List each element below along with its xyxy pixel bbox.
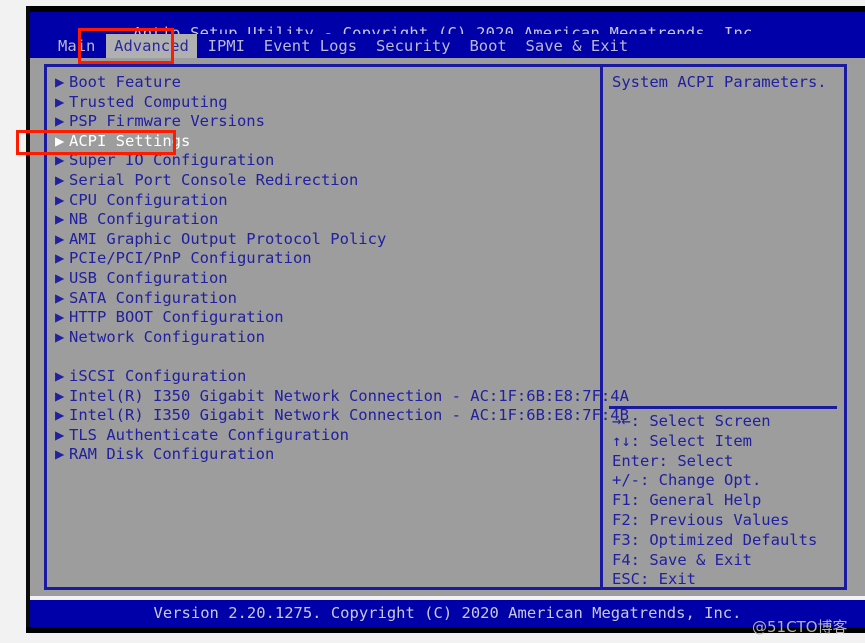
menu-item-boot-feature[interactable]: ▶ Boot Feature: [47, 73, 597, 93]
submenu-arrow-icon: ▶: [55, 210, 65, 229]
menu-item-label: SATA Configuration: [69, 288, 237, 307]
menu-item-label: Boot Feature: [69, 73, 181, 91]
submenu-arrow-icon: ▶: [55, 249, 65, 268]
key-hint-row: F3: Optimized Defaults: [612, 530, 818, 549]
menu-item-label: PCIe/PCI/PnP Configuration: [69, 249, 312, 268]
tab-ipmi[interactable]: IPMI: [208, 34, 245, 58]
menu-item-trusted-computing[interactable]: ▶ Trusted Computing: [47, 93, 597, 113]
main-body: ▶ Boot Feature ▶ Trusted Computing ▶ PSP Firm…: [30, 58, 865, 596]
submenu-arrow-icon: ▶: [55, 445, 65, 464]
menu-item-label: HTTP BOOT Configuration: [69, 308, 284, 327]
menu-item-label: Intel(R) I350 Gigabit Network Connection…: [69, 386, 629, 405]
submenu-arrow-icon: ▶: [55, 229, 65, 248]
submenu-arrow-icon: ▶: [55, 308, 65, 327]
content-panel: ▶ Boot Feature ▶ Trusted Computing ▶ PSP Firm…: [44, 64, 847, 590]
menu-item-label: USB Configuration: [69, 268, 228, 287]
menu-item-label: NB Configuration: [69, 210, 219, 229]
menu-item-super-io-configuration[interactable]: ▶ Super IO Configuration: [47, 151, 597, 171]
menu-item-psp-firmware-versions[interactable]: ▶ PSP Firmware Versions: [47, 112, 597, 132]
submenu-arrow-icon: ▶: [55, 288, 65, 307]
help-separator: [609, 406, 837, 409]
bios-setup-screen: Aptio Setup Utility - Copyright (C) 2020…: [0, 0, 865, 643]
menu-item-ram-disk-configuration[interactable]: ▶ RAM Disk Configuration: [47, 445, 597, 465]
submenu-arrow-icon: ▶: [55, 112, 65, 131]
key-legend: →←: Select Screen ↑↓: Select Item Enter: S…: [612, 412, 844, 590]
menu-tab-bar: Main Advanced IPMI Event Logs Security Boot Sa…: [30, 34, 865, 58]
menu-item-nb-configuration[interactable]: ▶ NB Configuration: [47, 210, 597, 230]
tab-security[interactable]: Security: [376, 34, 451, 58]
submenu-arrow-icon: ▶: [55, 151, 65, 170]
watermark: @51CTO博客: [752, 618, 848, 636]
menu-item-ami-graphic-output-protocol-policy[interactable]: ▶ AMI Graphic Output Protocol Policy: [47, 230, 597, 250]
menu-item-label: PSP Firmware Versions: [69, 112, 265, 131]
screen-bezel-bottom: [26, 627, 865, 633]
submenu-arrow-icon: ▶: [55, 425, 65, 444]
key-hint-row: ↑↓: Select Item: [612, 431, 752, 450]
menu-item-label: Serial Port Console Redirection: [69, 170, 359, 189]
menu-item-tls-authenticate-configuration[interactable]: ▶ TLS Authenticate Configuration: [47, 426, 597, 446]
menu-item-label: RAM Disk Configuration: [69, 445, 275, 464]
key-hint-row: F1: General Help: [612, 491, 762, 510]
key-hint-row: Enter: Select: [612, 451, 734, 470]
menu-item-pcie-pci-pnp-configuration[interactable]: ▶ PCIe/PCI/PnP Configuration: [47, 249, 597, 269]
submenu-arrow-icon: ▶: [55, 406, 65, 425]
menu-item-acpi-settings[interactable]: ▶ ACPI Settings: [47, 132, 597, 152]
menu-item-label: Trusted Computing: [69, 92, 228, 111]
menu-item-label: AMI Graphic Output Protocol Policy: [69, 229, 387, 248]
menu-item-sata-configuration[interactable]: ▶ SATA Configuration: [47, 289, 597, 309]
tab-save-exit[interactable]: Save & Exit: [526, 34, 629, 58]
menu-item-usb-configuration[interactable]: ▶ USB Configuration: [47, 269, 597, 289]
submenu-arrow-icon: ▶: [55, 92, 65, 111]
key-hint-row: +/-: Change Opt.: [612, 471, 762, 490]
submenu-arrow-icon: ▶: [55, 73, 65, 91]
tab-event-logs[interactable]: Event Logs: [264, 34, 357, 58]
key-hint-row: F4: Save & Exit: [612, 550, 752, 569]
submenu-arrow-icon: ▶: [55, 170, 65, 189]
menu-item-http-boot-configuration[interactable]: ▶ HTTP BOOT Configuration: [47, 308, 597, 328]
key-hint-row: →←: Select Screen: [612, 412, 771, 430]
tab-advanced[interactable]: Advanced: [106, 34, 197, 58]
submenu-arrow-icon: ▶: [55, 190, 65, 209]
submenu-arrow-icon: ▶: [55, 386, 65, 405]
menu-item-label: Network Configuration: [69, 327, 265, 346]
submenu-arrow-icon: ▶: [55, 268, 65, 287]
key-hint-row: F2: Previous Values: [612, 510, 790, 529]
help-description: System ACPI Parameters.: [612, 73, 827, 91]
key-hint-row: ESC: Exit: [612, 570, 696, 589]
tab-main[interactable]: Main: [58, 34, 95, 58]
menu-spacer: [47, 347, 597, 367]
menu-item-cpu-configuration[interactable]: ▶ CPU Configuration: [47, 191, 597, 211]
footer-version-text: Version 2.20.1275. Copyright (C) 2020 Am…: [153, 604, 742, 622]
menu-item-intel-r-i350-gigabit-network-connection-[interactable]: ▶ Intel(R) I350 Gigabit Network Connectio…: [47, 406, 629, 426]
menu-item-network-configuration[interactable]: ▶ Network Configuration: [47, 328, 597, 348]
help-panel: System ACPI Parameters. →←: Select Scree…: [603, 67, 844, 590]
menu-item-serial-port-console-redirection[interactable]: ▶ Serial Port Console Redirection: [47, 171, 597, 191]
menu-item-label: CPU Configuration: [69, 190, 228, 209]
tab-boot[interactable]: Boot: [469, 34, 506, 58]
submenu-arrow-icon: ▶: [55, 131, 65, 150]
menu-item-label: TLS Authenticate Configuration: [69, 425, 349, 444]
menu-item-intel-r-i350-gigabit-network-connection-[interactable]: ▶ Intel(R) I350 Gigabit Network Connectio…: [47, 386, 629, 407]
menu-item-label: iSCSI Configuration: [69, 366, 247, 385]
menu-item-label: Intel(R) I350 Gigabit Network Connection…: [69, 406, 629, 425]
advanced-menu-list: ▶ Boot Feature ▶ Trusted Computing ▶ PSP Firm…: [47, 73, 629, 465]
menu-item-iscsi-configuration[interactable]: ▶ iSCSI Configuration: [47, 367, 597, 387]
submenu-arrow-icon: ▶: [55, 327, 65, 346]
menu-item-label: Super IO Configuration: [69, 151, 275, 170]
footer-bar: Version 2.20.1275. Copyright (C) 2020 Am…: [30, 600, 865, 627]
menu-item-label: ACPI Settings: [69, 131, 191, 150]
submenu-arrow-icon: ▶: [55, 366, 65, 385]
